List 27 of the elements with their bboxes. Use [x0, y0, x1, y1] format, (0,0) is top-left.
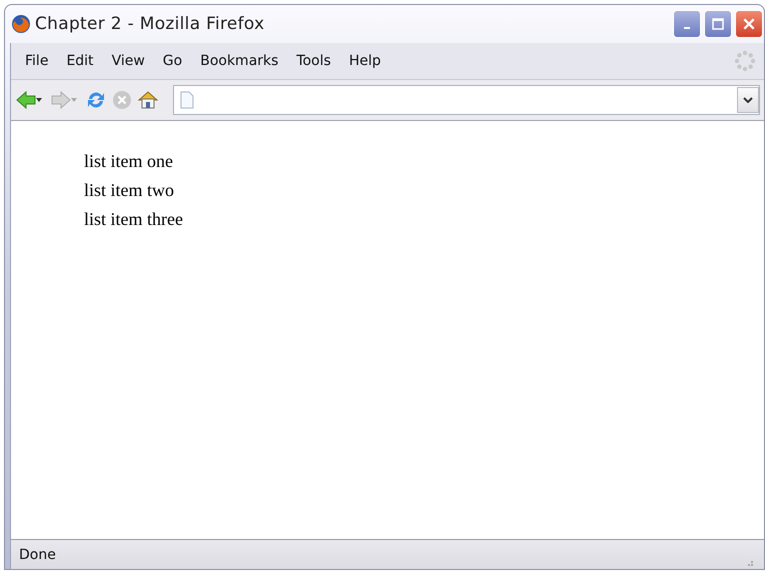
- menu-item[interactable]: Go: [154, 53, 190, 69]
- maximize-icon: [712, 18, 724, 30]
- page-icon: [180, 91, 194, 109]
- menu-item[interactable]: Help: [340, 53, 389, 69]
- menu-item[interactable]: Bookmarks: [192, 53, 286, 69]
- close-button[interactable]: [735, 10, 763, 38]
- dropdown-caret-icon[interactable]: [36, 98, 42, 102]
- menu-item[interactable]: File: [17, 53, 56, 69]
- list-item: list item two: [84, 179, 174, 202]
- minimize-icon: [684, 27, 690, 29]
- address-field[interactable]: [173, 85, 760, 115]
- throbber-icon: [734, 50, 756, 72]
- window-title: Chapter 2 - Mozilla Firefox: [35, 14, 264, 34]
- maximize-button[interactable]: [704, 10, 732, 38]
- status-text: Done: [19, 546, 56, 562]
- menu-item[interactable]: Tools: [288, 53, 339, 69]
- browser-logo-icon: [11, 14, 31, 34]
- minimize-button[interactable]: [673, 10, 701, 38]
- list-item: list item three: [84, 208, 183, 231]
- menu-item[interactable]: View: [104, 53, 153, 69]
- home-button[interactable]: [137, 89, 159, 111]
- chevron-down-icon: [743, 97, 753, 103]
- close-icon: [742, 17, 756, 31]
- dropdown-button[interactable]: [737, 87, 759, 113]
- menu-item[interactable]: Edit: [58, 53, 102, 69]
- list-item: list item one: [84, 150, 173, 173]
- back-button[interactable]: [15, 89, 37, 111]
